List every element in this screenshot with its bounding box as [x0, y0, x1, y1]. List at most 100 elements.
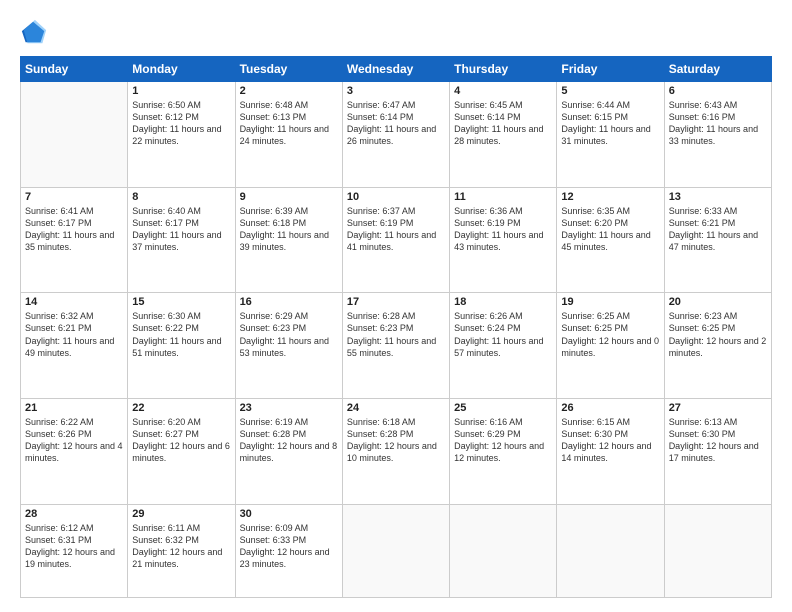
day-number: 19 [561, 296, 659, 308]
cell-info: Sunrise: 6:45 AM Sunset: 6:14 PM Dayligh… [454, 99, 552, 148]
cell-info: Sunrise: 6:22 AM Sunset: 6:26 PM Dayligh… [25, 416, 123, 465]
cell-info: Sunrise: 6:43 AM Sunset: 6:16 PM Dayligh… [669, 99, 767, 148]
calendar-cell [21, 82, 128, 188]
cell-info: Sunrise: 6:12 AM Sunset: 6:31 PM Dayligh… [25, 522, 123, 571]
day-number: 1 [132, 85, 230, 97]
weekday-header-monday: Monday [128, 57, 235, 82]
calendar-week-3: 14 Sunrise: 6:32 AM Sunset: 6:21 PM Dayli… [21, 293, 772, 399]
logo-icon [20, 18, 48, 46]
cell-info: Sunrise: 6:29 AM Sunset: 6:23 PM Dayligh… [240, 310, 338, 359]
weekday-header-thursday: Thursday [450, 57, 557, 82]
calendar-week-1: 1 Sunrise: 6:50 AM Sunset: 6:12 PM Daylig… [21, 82, 772, 188]
calendar-cell: 2 Sunrise: 6:48 AM Sunset: 6:13 PM Daylig… [235, 82, 342, 188]
calendar-cell: 23 Sunrise: 6:19 AM Sunset: 6:28 PM Dayli… [235, 399, 342, 505]
calendar-cell: 21Sunrise: 6:22 AM Sunset: 6:26 PM Dayli… [21, 399, 128, 505]
day-number: 4 [454, 85, 552, 97]
day-number: 26 [561, 402, 659, 414]
header [20, 18, 772, 46]
calendar-cell: 8 Sunrise: 6:40 AM Sunset: 6:17 PM Daylig… [128, 187, 235, 293]
cell-info: Sunrise: 6:33 AM Sunset: 6:21 PM Dayligh… [669, 205, 767, 254]
calendar-cell: 18 Sunrise: 6:26 AM Sunset: 6:24 PM Dayli… [450, 293, 557, 399]
weekday-header-friday: Friday [557, 57, 664, 82]
cell-info: Sunrise: 6:20 AM Sunset: 6:27 PM Dayligh… [132, 416, 230, 465]
cell-info: Sunrise: 6:30 AM Sunset: 6:22 PM Dayligh… [132, 310, 230, 359]
day-number: 17 [347, 296, 445, 308]
day-number: 20 [669, 296, 767, 308]
calendar-table: SundayMondayTuesdayWednesdayThursdayFrid… [20, 56, 772, 598]
cell-info: Sunrise: 6:18 AM Sunset: 6:28 PM Dayligh… [347, 416, 445, 465]
cell-info: Sunrise: 6:47 AM Sunset: 6:14 PM Dayligh… [347, 99, 445, 148]
calendar-cell: 12 Sunrise: 6:35 AM Sunset: 6:20 PM Dayli… [557, 187, 664, 293]
calendar-cell: 7Sunrise: 6:41 AM Sunset: 6:17 PM Daylig… [21, 187, 128, 293]
day-number: 5 [561, 85, 659, 97]
cell-info: Sunrise: 6:25 AM Sunset: 6:25 PM Dayligh… [561, 310, 659, 359]
calendar-cell [342, 504, 449, 597]
day-number: 8 [132, 191, 230, 203]
calendar-cell: 20 Sunrise: 6:23 AM Sunset: 6:25 PM Dayli… [664, 293, 771, 399]
calendar-cell: 5 Sunrise: 6:44 AM Sunset: 6:15 PM Daylig… [557, 82, 664, 188]
day-number: 29 [132, 508, 230, 520]
calendar-cell: 9Sunrise: 6:39 AM Sunset: 6:18 PM Daylig… [235, 187, 342, 293]
calendar-cell: 11 Sunrise: 6:36 AM Sunset: 6:19 PM Dayli… [450, 187, 557, 293]
cell-info: Sunrise: 6:09 AM Sunset: 6:33 PM Dayligh… [240, 522, 338, 571]
calendar-week-2: 7Sunrise: 6:41 AM Sunset: 6:17 PM Daylig… [21, 187, 772, 293]
day-number: 3 [347, 85, 445, 97]
day-number: 9 [240, 191, 338, 203]
calendar-cell: 27 Sunrise: 6:13 AM Sunset: 6:30 PM Dayli… [664, 399, 771, 505]
page: SundayMondayTuesdayWednesdayThursdayFrid… [0, 0, 792, 612]
day-number: 24 [347, 402, 445, 414]
cell-info: Sunrise: 6:48 AM Sunset: 6:13 PM Dayligh… [240, 99, 338, 148]
cell-info: Sunrise: 6:50 AM Sunset: 6:12 PM Dayligh… [132, 99, 230, 148]
cell-info: Sunrise: 6:16 AM Sunset: 6:29 PM Dayligh… [454, 416, 552, 465]
day-number: 28 [25, 508, 123, 520]
day-number: 11 [454, 191, 552, 203]
calendar-cell: 19 Sunrise: 6:25 AM Sunset: 6:25 PM Dayli… [557, 293, 664, 399]
day-number: 2 [240, 85, 338, 97]
cell-info: Sunrise: 6:36 AM Sunset: 6:19 PM Dayligh… [454, 205, 552, 254]
cell-info: Sunrise: 6:40 AM Sunset: 6:17 PM Dayligh… [132, 205, 230, 254]
weekday-header-saturday: Saturday [664, 57, 771, 82]
calendar-cell [450, 504, 557, 597]
day-number: 22 [132, 402, 230, 414]
day-number: 16 [240, 296, 338, 308]
day-number: 14 [25, 296, 123, 308]
weekday-header-tuesday: Tuesday [235, 57, 342, 82]
cell-info: Sunrise: 6:44 AM Sunset: 6:15 PM Dayligh… [561, 99, 659, 148]
calendar-cell: 26 Sunrise: 6:15 AM Sunset: 6:30 PM Dayli… [557, 399, 664, 505]
calendar-week-5: 28 Sunrise: 6:12 AM Sunset: 6:31 PM Dayli… [21, 504, 772, 597]
calendar-cell: 29 Sunrise: 6:11 AM Sunset: 6:32 PM Dayli… [128, 504, 235, 597]
calendar-cell [664, 504, 771, 597]
calendar-cell: 6 Sunrise: 6:43 AM Sunset: 6:16 PM Daylig… [664, 82, 771, 188]
calendar-cell: 24 Sunrise: 6:18 AM Sunset: 6:28 PM Dayli… [342, 399, 449, 505]
cell-info: Sunrise: 6:41 AM Sunset: 6:17 PM Dayligh… [25, 205, 123, 254]
calendar-cell [557, 504, 664, 597]
cell-info: Sunrise: 6:15 AM Sunset: 6:30 PM Dayligh… [561, 416, 659, 465]
day-number: 23 [240, 402, 338, 414]
weekday-header-row: SundayMondayTuesdayWednesdayThursdayFrid… [21, 57, 772, 82]
cell-info: Sunrise: 6:13 AM Sunset: 6:30 PM Dayligh… [669, 416, 767, 465]
calendar-cell: 28 Sunrise: 6:12 AM Sunset: 6:31 PM Dayli… [21, 504, 128, 597]
day-number: 25 [454, 402, 552, 414]
day-number: 15 [132, 296, 230, 308]
calendar-week-4: 21Sunrise: 6:22 AM Sunset: 6:26 PM Dayli… [21, 399, 772, 505]
calendar-cell: 10Sunrise: 6:37 AM Sunset: 6:19 PM Dayli… [342, 187, 449, 293]
day-number: 6 [669, 85, 767, 97]
weekday-header-wednesday: Wednesday [342, 57, 449, 82]
cell-info: Sunrise: 6:11 AM Sunset: 6:32 PM Dayligh… [132, 522, 230, 571]
day-number: 27 [669, 402, 767, 414]
calendar-cell: 4 Sunrise: 6:45 AM Sunset: 6:14 PM Daylig… [450, 82, 557, 188]
cell-info: Sunrise: 6:26 AM Sunset: 6:24 PM Dayligh… [454, 310, 552, 359]
day-number: 18 [454, 296, 552, 308]
calendar-cell: 1 Sunrise: 6:50 AM Sunset: 6:12 PM Daylig… [128, 82, 235, 188]
cell-info: Sunrise: 6:23 AM Sunset: 6:25 PM Dayligh… [669, 310, 767, 359]
cell-info: Sunrise: 6:28 AM Sunset: 6:23 PM Dayligh… [347, 310, 445, 359]
logo [20, 18, 52, 46]
calendar-cell: 22 Sunrise: 6:20 AM Sunset: 6:27 PM Dayli… [128, 399, 235, 505]
cell-info: Sunrise: 6:19 AM Sunset: 6:28 PM Dayligh… [240, 416, 338, 465]
cell-info: Sunrise: 6:32 AM Sunset: 6:21 PM Dayligh… [25, 310, 123, 359]
day-number: 12 [561, 191, 659, 203]
cell-info: Sunrise: 6:35 AM Sunset: 6:20 PM Dayligh… [561, 205, 659, 254]
calendar-cell: 16 Sunrise: 6:29 AM Sunset: 6:23 PM Dayli… [235, 293, 342, 399]
calendar-cell: 25 Sunrise: 6:16 AM Sunset: 6:29 PM Dayli… [450, 399, 557, 505]
calendar-cell: 17 Sunrise: 6:28 AM Sunset: 6:23 PM Dayli… [342, 293, 449, 399]
